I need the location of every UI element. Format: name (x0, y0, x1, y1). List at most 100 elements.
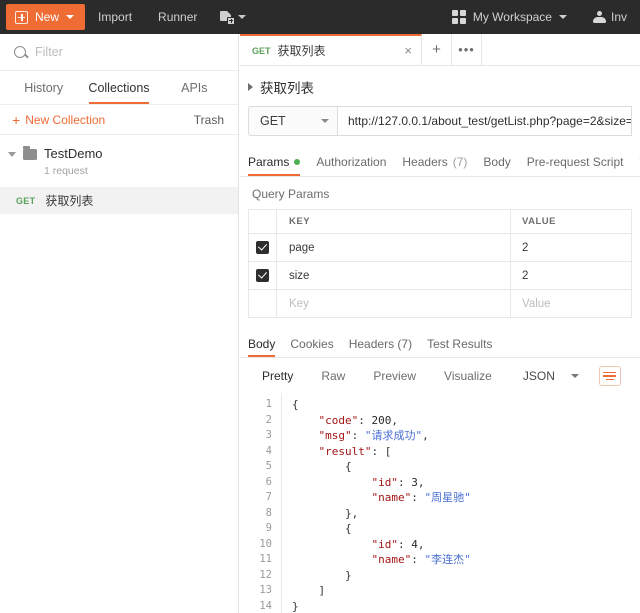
filter-row (0, 34, 238, 71)
param-value[interactable]: 2 (511, 234, 631, 261)
import-button[interactable]: Import (85, 0, 145, 34)
new-collection-label: New Collection (25, 112, 106, 127)
workspace-selector[interactable]: My Workspace (439, 0, 580, 34)
chevron-down-icon (558, 15, 567, 19)
top-header-bar: New Import Runner My Workspace Inv (0, 0, 640, 34)
chevron-down-icon (321, 119, 329, 123)
open-request-tab[interactable]: GET 获取列表 × (240, 34, 422, 65)
sidebar: History Collections APIs + New Collectio… (0, 34, 239, 613)
person-add-icon (592, 10, 606, 24)
collection-request-count: 1 request (44, 165, 88, 177)
request-name: 获取列表 (45, 194, 94, 208)
table-row[interactable]: page 2 (249, 234, 631, 262)
language-select[interactable]: JSON (514, 366, 586, 386)
format-visualize[interactable]: Visualize (430, 369, 506, 383)
collection-item-testdemo[interactable]: TestDemo 1 request (0, 135, 238, 187)
add-tab-button[interactable]: + (422, 34, 452, 65)
grid-icon (451, 10, 466, 24)
response-tab-body[interactable]: Body (248, 337, 288, 357)
format-pretty[interactable]: Pretty (248, 369, 307, 383)
tab-title: 获取列表 (277, 44, 326, 58)
tab-method-badge: GET (252, 45, 271, 56)
tab-apis[interactable]: APIs (157, 71, 232, 104)
word-wrap-button[interactable] (598, 366, 621, 386)
runner-button[interactable]: Runner (145, 0, 210, 34)
sidebar-request-item[interactable]: GET 获取列表 (0, 187, 238, 214)
new-button[interactable]: New (6, 4, 86, 30)
param-key[interactable]: size (277, 262, 511, 289)
new-collection-button[interactable]: + New Collection (12, 113, 105, 127)
tab-options-button[interactable]: ••• (452, 34, 482, 65)
chevron-right-icon[interactable] (248, 83, 253, 91)
invite-label: Inv (610, 10, 627, 24)
url-input[interactable]: http://127.0.0.1/about_test/getList.php?… (338, 106, 632, 136)
tab-pre-request-script-label: Pre-request Script (526, 155, 624, 169)
request-title-row: 获取列表 (240, 66, 640, 106)
param-key[interactable]: page (277, 234, 511, 261)
method-select[interactable]: GET (248, 106, 338, 136)
new-window-icon (220, 10, 236, 25)
search-icon (14, 46, 26, 58)
collection-name: TestDemo (44, 146, 103, 161)
table-header-row: KEY VALUE (249, 210, 631, 234)
response-body-code[interactable]: { "code": 200, "msg": "请求成功", "result": … (282, 393, 471, 613)
folder-icon (23, 146, 37, 160)
sidebar-tabs: History Collections APIs (0, 71, 238, 105)
close-icon[interactable]: × (398, 44, 412, 57)
row-checkbox-cell[interactable] (249, 290, 277, 317)
new-tab-button[interactable] (210, 0, 256, 34)
tab-body[interactable]: Body (481, 155, 524, 176)
tab-authorization[interactable]: Authorization (314, 155, 400, 176)
url-bar: GET http://127.0.0.1/about_test/getList.… (240, 106, 640, 136)
format-preview[interactable]: Preview (359, 369, 430, 383)
chevron-down-icon[interactable] (8, 152, 16, 157)
search-input[interactable] (35, 45, 224, 59)
table-row[interactable]: size 2 (249, 262, 631, 290)
request-method-badge: GET (16, 195, 36, 206)
row-checkbox-cell[interactable] (249, 234, 277, 261)
language-value: JSON (522, 369, 555, 383)
invite-button[interactable]: Inv (580, 0, 640, 34)
checkbox-checked-icon[interactable] (256, 269, 269, 282)
column-header-key: KEY (277, 210, 511, 233)
response-panel: Body Cookies Headers (7) Test Results Pr… (240, 332, 640, 613)
checkbox-checked-icon[interactable] (256, 241, 269, 254)
page-title: 获取列表 (260, 81, 314, 96)
tab-params-label: Params (248, 155, 290, 169)
method-value: GET (260, 114, 286, 128)
tab-authorization-label: Authorization (316, 155, 387, 169)
chevron-down-icon (238, 15, 247, 19)
plus-icon (15, 10, 28, 24)
trash-button[interactable]: Trash (194, 113, 224, 127)
response-tab-test-results[interactable]: Test Results (425, 337, 505, 357)
tab-pre-request-script[interactable]: Pre-request Script (525, 155, 638, 176)
param-value[interactable]: 2 (511, 262, 631, 289)
table-row-empty[interactable]: Key Value (249, 290, 631, 318)
response-tabs: Body Cookies Headers (7) Test Results (240, 332, 640, 358)
header-checkbox-cell (249, 210, 277, 233)
param-key-placeholder[interactable]: Key (277, 290, 511, 317)
tab-headers-label: Headers (402, 155, 448, 169)
line-number-gutter: 1 2 3 4 5 6 7 8 9 10 11 12 13 14 (248, 393, 282, 613)
row-checkbox-cell[interactable] (249, 262, 277, 289)
query-params-label: Query Params (252, 187, 330, 201)
response-tab-headers[interactable]: Headers (7) (347, 337, 425, 357)
workspace-label: My Workspace (472, 10, 552, 24)
response-tab-cookies[interactable]: Cookies (288, 337, 346, 357)
chevron-down-icon (570, 374, 579, 378)
response-body-viewer[interactable]: 1 2 3 4 5 6 7 8 9 10 11 12 13 14 { "code… (240, 393, 640, 613)
tab-headers[interactable]: Headers (7) (400, 155, 481, 176)
main-panel: GET 获取列表 × + ••• 获取列表 GET http://127.0.0… (240, 34, 640, 613)
param-value-placeholder[interactable]: Value (511, 290, 631, 317)
tab-headers-count: (7) (452, 155, 468, 169)
params-active-dot (294, 159, 301, 165)
tab-params[interactable]: Params (248, 155, 314, 176)
request-section-tabs: Params Authorization Headers (7) Body Pr… (240, 149, 640, 177)
tab-body-label: Body (483, 155, 511, 169)
tab-history[interactable]: History (6, 71, 81, 104)
query-params-table: KEY VALUE page 2 size 2 Key Value (248, 209, 632, 318)
tab-collections[interactable]: Collections (81, 71, 156, 104)
plus-icon: + (12, 111, 21, 128)
format-raw[interactable]: Raw (307, 369, 359, 383)
new-button-label: New (35, 10, 60, 24)
